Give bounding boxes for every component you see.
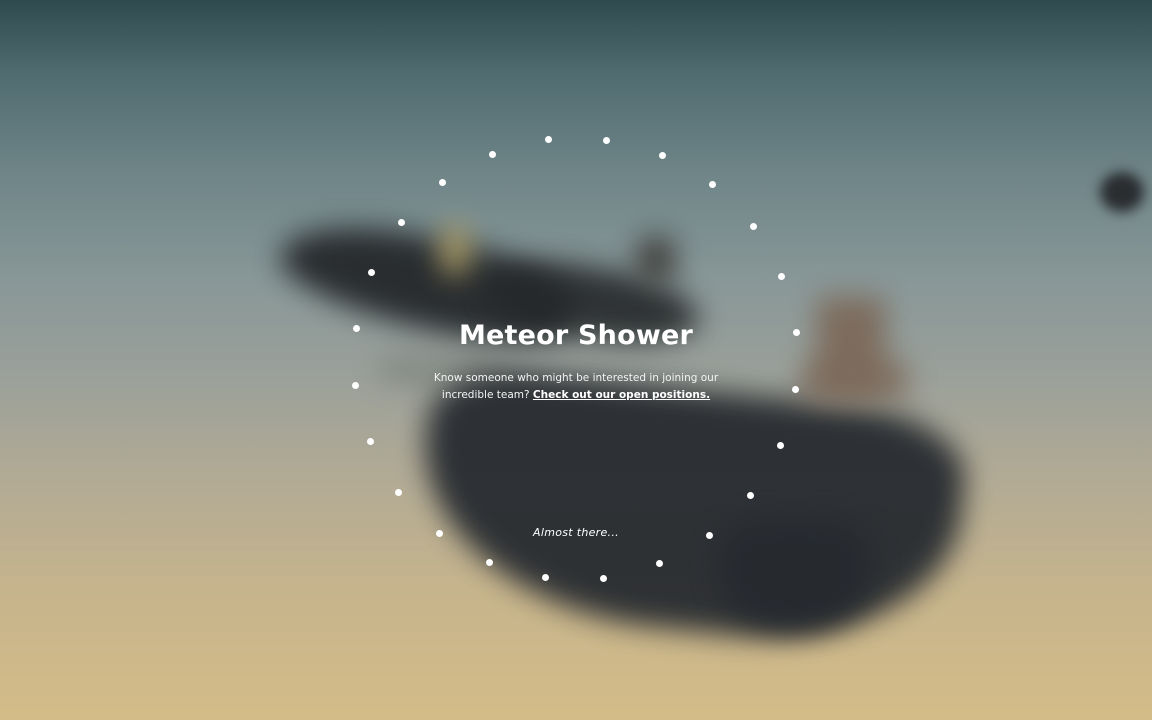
background-figure — [636, 236, 676, 282]
loading-status-text: Almost there... — [533, 526, 619, 539]
background-rock-tip — [720, 520, 870, 630]
careers-blurb: Know someone who might be interested in … — [411, 370, 741, 404]
background-building — [816, 296, 886, 396]
game-title: Meteor Shower — [458, 320, 694, 351]
background-meteor — [1100, 172, 1144, 212]
loading-panel: Meteor Shower Know someone who might be … — [376, 316, 776, 404]
background-mast — [440, 225, 470, 275]
open-positions-link[interactable]: Check out our open positions. — [533, 389, 710, 401]
background-floating-rock — [408, 362, 972, 658]
